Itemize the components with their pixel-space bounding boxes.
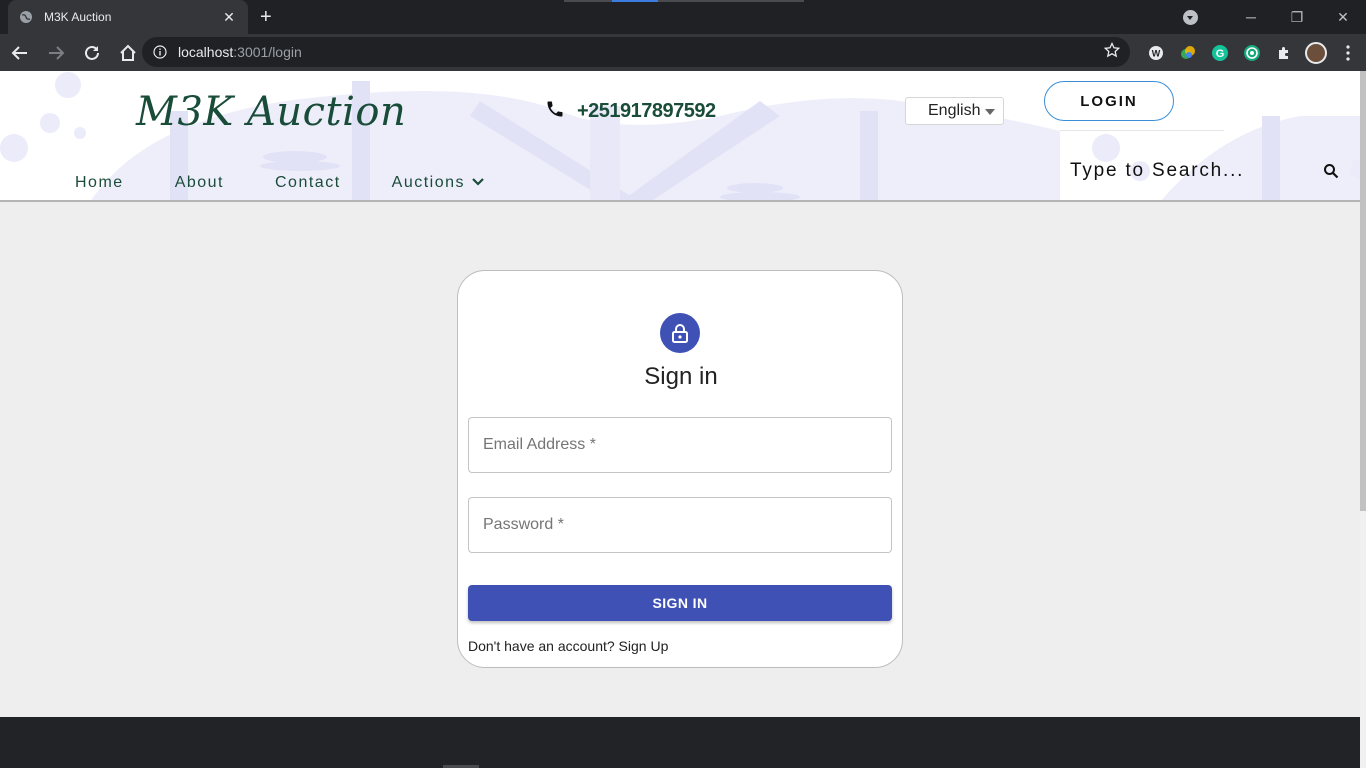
search-input[interactable]: Type to Search... [1070, 160, 1244, 182]
main-nav: Home About Contact Auctions [75, 174, 536, 192]
signin-card: Sign in SIGN IN Don't have an account? S… [457, 270, 903, 668]
phone-number: +251917897592 [577, 100, 716, 122]
login-button[interactable]: LOGIN [1044, 81, 1174, 121]
tab-title: M3K Auction [44, 10, 112, 24]
phone-icon [545, 99, 565, 124]
nav-about[interactable]: About [175, 174, 224, 192]
color-extension-icon[interactable] [1172, 37, 1204, 69]
signin-title: Sign in [644, 363, 718, 390]
search-icon[interactable] [1323, 163, 1339, 184]
signin-button[interactable]: SIGN IN [468, 585, 892, 621]
forward-icon[interactable] [40, 37, 72, 69]
url-path: :3001/login [233, 44, 302, 60]
header-divider [1060, 130, 1224, 131]
url-text: localhost:3001/login [178, 44, 1104, 60]
kebab-menu-icon[interactable] [1332, 37, 1364, 69]
signup-link[interactable]: Don't have an account? Sign Up [468, 638, 668, 654]
chevron-down-icon [471, 174, 485, 192]
svg-text:G: G [1216, 48, 1225, 60]
nav-contact[interactable]: Contact [275, 174, 341, 192]
svg-text:W: W [1152, 48, 1161, 58]
page-viewport: M3K Auction +251917897592 English LOGIN … [0, 71, 1360, 768]
globe-icon [18, 9, 34, 25]
lock-icon [660, 313, 700, 353]
nav-contact-label: Contact [275, 174, 341, 191]
email-field[interactable] [468, 417, 892, 473]
browser-tabstrip: M3K Auction ✕ + ─ ❐ ✕ [0, 0, 1366, 34]
home-icon[interactable] [112, 37, 144, 69]
browser-toolbar: localhost:3001/login W G [0, 34, 1366, 71]
minimize-icon[interactable]: ─ [1228, 9, 1274, 25]
target-extension-icon[interactable] [1236, 37, 1268, 69]
extensions-area: W G [1140, 34, 1364, 71]
tab-drag-indicator [564, 0, 804, 2]
email-input[interactable] [483, 436, 891, 454]
page-scrollbar[interactable] [1360, 71, 1366, 768]
url-host: localhost [178, 44, 234, 60]
restore-icon[interactable]: ❐ [1274, 9, 1320, 26]
new-tab-icon[interactable]: + [260, 7, 272, 27]
site-footer [0, 717, 1360, 768]
bookmark-star-icon[interactable] [1103, 41, 1121, 63]
nav-about-label: About [174, 174, 224, 191]
close-icon[interactable]: ✕ [220, 9, 238, 26]
nav-home-label: Home [75, 174, 124, 191]
info-icon[interactable] [152, 44, 168, 60]
back-icon[interactable] [4, 37, 36, 69]
window-close-icon[interactable]: ✕ [1320, 9, 1366, 26]
reload-icon[interactable] [76, 37, 108, 69]
language-value: English [928, 102, 981, 119]
puzzle-extensions-icon[interactable] [1268, 37, 1300, 69]
window-controls: ─ ❐ ✕ [1183, 0, 1366, 34]
phone-contact: +251917897592 [545, 99, 716, 124]
tab-search-icon[interactable] [1183, 9, 1198, 25]
profile-avatar[interactable] [1300, 37, 1332, 69]
site-logo[interactable]: M3K Auction [136, 89, 406, 135]
wordtune-extension-icon[interactable]: W [1140, 37, 1172, 69]
nav-home[interactable]: Home [75, 174, 124, 192]
nav-auctions-label: Auctions [391, 174, 466, 191]
grammarly-icon[interactable]: G [1204, 37, 1236, 69]
site-header: M3K Auction +251917897592 English LOGIN … [0, 71, 1360, 202]
address-bar[interactable]: localhost:3001/login [142, 37, 1130, 67]
language-select[interactable]: English [905, 97, 1004, 125]
nav-auctions[interactable]: Auctions [392, 174, 485, 192]
password-field[interactable] [468, 497, 892, 553]
password-input[interactable] [483, 516, 891, 534]
browser-tab[interactable]: M3K Auction ✕ [8, 0, 248, 34]
